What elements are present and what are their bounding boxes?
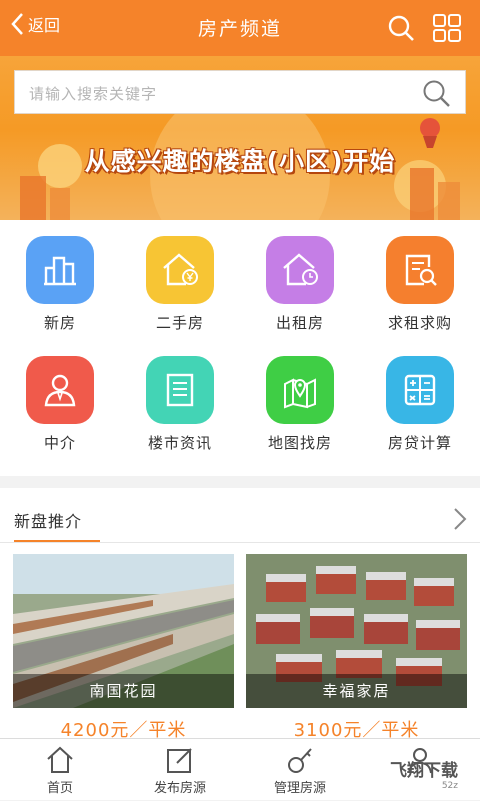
watermark-sub: 52z xyxy=(441,781,458,791)
calculator-icon xyxy=(386,356,454,424)
category-label: 二手房 xyxy=(155,314,204,332)
chevron-right-icon[interactable] xyxy=(452,506,468,532)
category-label: 楼市资讯 xyxy=(147,434,212,452)
grid-menu-icon[interactable] xyxy=(432,13,462,43)
nav-item-manage[interactable]: 管理房源 xyxy=(240,739,360,801)
listing-name: 南国花园 xyxy=(13,674,234,708)
listing-card[interactable]: 南国花园 4200元／平米 xyxy=(13,554,234,741)
key-icon xyxy=(288,748,312,773)
divider xyxy=(0,542,480,543)
nav-label: 首页 xyxy=(46,781,73,796)
home-icon xyxy=(47,746,73,773)
section-title: 新盘推介 xyxy=(14,512,83,531)
banner-slogan: 从感兴趣的楼盘(小区)开始 xyxy=(84,147,396,176)
nav-item-post[interactable]: 发布房源 xyxy=(120,739,240,801)
house-clock-icon xyxy=(266,236,334,304)
map-pin-icon xyxy=(266,356,334,424)
document-search-icon xyxy=(386,236,454,304)
watermark-logo: 飞翔下载 52z xyxy=(390,756,458,791)
category-label: 出租房 xyxy=(275,314,324,332)
new-listings-section: 新盘推介 南国花园 4200元／平米 幸福家居 3100元／平米 xyxy=(0,488,480,741)
agent-icon xyxy=(26,356,94,424)
category-agent[interactable]: 中介 xyxy=(0,340,120,460)
search-icon[interactable] xyxy=(421,78,451,108)
search-placeholder: 请输入搜索关键字 xyxy=(29,85,158,103)
category-grid: 新房 二手房 出租房 求租求购 中介 楼市资讯 地图找房 房贷计算 xyxy=(0,220,480,476)
search-icon[interactable] xyxy=(387,14,415,42)
category-news[interactable]: 楼市资讯 xyxy=(120,340,240,460)
category-label: 新房 xyxy=(43,314,76,332)
listing-card[interactable]: 幸福家居 3100元／平米 xyxy=(246,554,467,741)
category-map-search[interactable]: 地图找房 xyxy=(240,340,360,460)
category-second-hand[interactable]: 二手房 xyxy=(120,220,240,340)
category-label: 求租求购 xyxy=(387,314,452,332)
news-icon xyxy=(146,356,214,424)
nav-label: 管理房源 xyxy=(273,781,326,796)
nav-label: 发布房源 xyxy=(153,781,206,796)
category-new-house[interactable]: 新房 xyxy=(0,220,120,340)
category-label: 房贷计算 xyxy=(387,434,452,452)
search-input[interactable]: 请输入搜索关键字 xyxy=(14,70,466,114)
nav-item-home[interactable]: 首页 xyxy=(0,739,120,801)
house-yen-icon xyxy=(146,236,214,304)
category-loan-calc[interactable]: 房贷计算 xyxy=(360,340,480,460)
category-rental[interactable]: 出租房 xyxy=(240,220,360,340)
top-bar: 返回 房产频道 xyxy=(0,0,480,56)
watermark-text: 飞翔下载 xyxy=(390,761,458,781)
listing-name: 幸福家居 xyxy=(246,674,467,708)
edit-icon xyxy=(167,748,192,773)
category-label: 地图找房 xyxy=(267,434,332,452)
category-wanted[interactable]: 求租求购 xyxy=(360,220,480,340)
banner[interactable]: 请输入搜索关键字 从感兴趣的楼盘(小区)开始 xyxy=(0,56,480,220)
category-label: 中介 xyxy=(43,434,76,452)
section-title-underline xyxy=(14,540,100,542)
buildings-icon xyxy=(26,236,94,304)
